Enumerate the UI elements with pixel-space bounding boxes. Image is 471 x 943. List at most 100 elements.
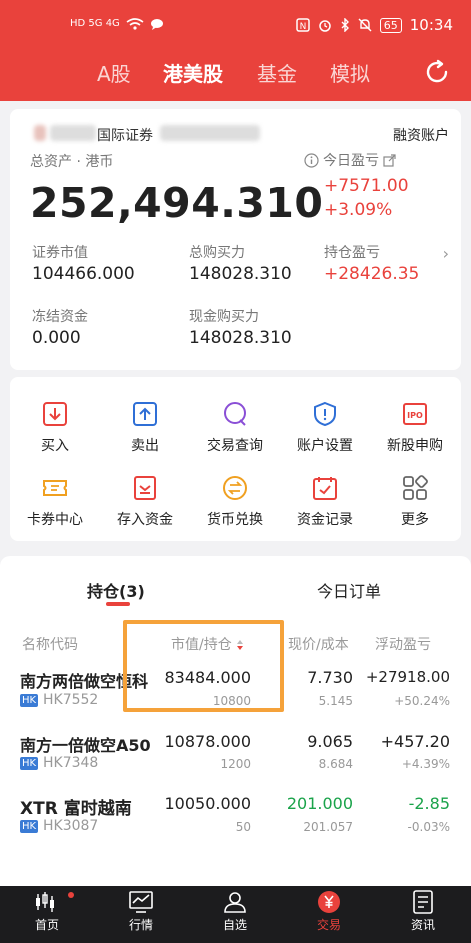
cash-buying-power-label: 现金购买力 [189,309,259,325]
function-more[interactable]: 更多 [370,475,460,529]
account-id-blur [50,125,96,141]
account-selector[interactable]: 国际证券 [20,121,300,145]
nav-news[interactable]: 资讯 [383,890,463,933]
stock-name: 南方一倍做空A50 [20,736,151,755]
function-fund-records[interactable]: 资金记录 [280,475,370,529]
tab-simulation[interactable]: 模拟 [330,58,370,87]
function-label: 卡券中心 [27,512,83,528]
today-pnl-header[interactable]: 今日盈亏 [304,150,396,170]
nav-label: 首页 [34,918,59,932]
status-time: 10:34 [409,16,453,34]
status-right: N 65 10:34 [296,16,453,34]
market-badge: HK [20,757,39,770]
quantity: 1200 [220,757,251,771]
total-buying-power: 148028.310 [189,264,292,284]
bluetooth-icon [341,18,349,32]
nav-home[interactable]: 首页 [7,890,87,933]
stock-name: XTR 富时越南 [20,799,132,819]
current-price: 9.065 [307,732,353,751]
float-pnl: -2.85 [408,794,450,813]
cost-price: 5.145 [318,694,353,708]
document-icon [413,890,433,914]
calendar-icon [313,477,337,500]
query-icon [224,402,246,426]
tab-a-shares[interactable]: A股 [97,58,131,87]
broker-name: 国际证券 [97,128,153,144]
function-label: 新股申购 [387,438,443,454]
more-icon [403,475,428,500]
function-coupon-center[interactable]: 卡券中心 [10,475,100,529]
function-buy[interactable]: 买入 [10,401,100,455]
position-pnl-value: +28426.35 [324,264,420,284]
function-label: 账户设置 [297,438,353,454]
market-badge: HK [20,820,39,833]
chat-bubble-icon [150,19,163,30]
float-pnl-percent: +50.24% [394,694,450,708]
candlestick-icon [36,892,54,912]
sell-icon [133,402,157,426]
nav-label: 自选 [222,918,247,932]
function-ipo-subscribe[interactable]: IPO 新股申购 [370,401,460,455]
function-grid: 买入 卖出 交易查询 账户设置 IPO 新股申购 卡券中心 存入资金 货币兑换 … [10,377,461,541]
position-pnl-label: 持仓盈亏 [324,245,380,261]
ipo-icon: IPO [403,403,427,425]
quantity: 50 [235,820,251,834]
cost-price: 8.684 [318,757,353,771]
shield-icon [314,401,336,427]
cash-buying-power: 148028.310 [189,328,292,348]
float-pnl: +457.20 [380,732,450,751]
function-deposit-funds[interactable]: 存入资金 [100,475,190,529]
info-icon [304,152,319,168]
function-trade-query[interactable]: 交易查询 [190,401,280,455]
alarm-icon [319,20,331,32]
function-label: 卖出 [131,438,159,454]
app-header: HD 5G 4G N 65 10:34 A股 港美股 基金 模拟 [0,0,471,101]
ticket-icon [43,480,67,496]
active-tab-indicator [106,602,130,606]
bottom-nav: 首页 行情 自选 交易 资讯 [0,886,471,943]
tab-holdings[interactable]: 持仓(3) [87,578,145,602]
nav-watchlist[interactable]: 自选 [195,890,275,933]
user-icon [224,892,246,913]
share-icon [383,153,396,167]
nfc-icon: N [296,18,310,32]
chevron-right-icon[interactable]: › [443,244,449,263]
securities-value-label: 证券市值 [32,245,88,261]
header-float-pnl: 浮动盈亏 [375,637,431,653]
frozen-funds-label: 冻结资金 [32,309,88,325]
frozen-funds-value: 0.000 [32,328,81,348]
highlight-box [123,620,284,712]
current-price: 7.730 [307,668,353,687]
market-tabs: A股 港美股 基金 模拟 [0,58,471,90]
refresh-icon[interactable] [423,58,451,86]
positions-panel: 持仓(3) 今日订单 名称代码 市值/持仓 现价/成本 浮动盈亏 南方两倍做空恒… [0,556,471,886]
exchange-icon [223,476,247,500]
nav-trade[interactable]: 交易 [289,890,369,933]
tab-hk-us-stocks[interactable]: 港美股 [163,58,223,87]
status-bar: HD 5G 4G N 65 10:34 [0,0,471,52]
function-sell[interactable]: 卖出 [100,401,190,455]
nav-market[interactable]: 行情 [101,890,181,933]
function-currency-exchange[interactable]: 货币兑换 [190,475,280,529]
current-price: 201.000 [286,794,353,813]
float-pnl-percent: +4.39% [401,757,450,771]
stock-code: HK3087 [43,818,99,834]
today-pnl-value: +7571.00 [324,176,409,196]
margin-account-label[interactable]: 融资账户 [393,125,449,145]
total-buying-power-label: 总购买力 [189,245,245,261]
function-label: 资金记录 [297,512,353,528]
market-value: 10050.000 [164,794,251,813]
total-assets-value: 252,494.310 [30,179,324,227]
function-label: 买入 [41,438,69,454]
function-account-settings[interactable]: 账户设置 [280,401,370,455]
tab-funds[interactable]: 基金 [257,58,297,87]
nav-label: 行情 [128,918,153,932]
account-avatar-blur [34,125,46,141]
svg-text:IPO: IPO [407,411,423,420]
function-label: 货币兑换 [207,512,263,528]
wifi-icon [126,18,144,30]
tab-today-orders[interactable]: 今日订单 [317,578,381,602]
float-pnl: +27918.00 [365,668,450,686]
cost-price: 201.057 [303,820,353,834]
market-badge: HK [20,694,39,707]
